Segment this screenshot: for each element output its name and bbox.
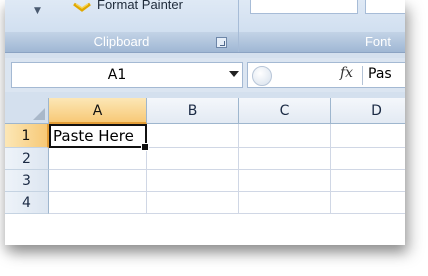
active-cell-a1[interactable]: Paste Here [49, 124, 147, 148]
row-header-4[interactable]: 4 [5, 192, 49, 214]
column-header-b[interactable]: B [147, 98, 239, 124]
cell-b1[interactable] [147, 124, 239, 148]
clipboard-group-text: Clipboard [93, 34, 150, 49]
cell-c4[interactable] [239, 192, 331, 214]
formula-input[interactable]: Pas [368, 66, 392, 82]
cell-c3[interactable] [239, 170, 331, 192]
column-header-d[interactable]: D [331, 98, 405, 124]
dialog-launcher-icon[interactable] [216, 37, 227, 48]
chevron-down-icon[interactable]: ▼ [34, 6, 41, 16]
clipboard-group-label: Clipboard [5, 32, 238, 52]
fill-handle[interactable] [141, 143, 149, 151]
row-header-3[interactable]: 3 [5, 170, 49, 192]
formula-separator [362, 66, 363, 85]
cell-a2[interactable] [49, 148, 147, 170]
cell-d1[interactable] [331, 124, 405, 148]
cell-d4[interactable] [331, 192, 405, 214]
name-box-dropdown-icon[interactable] [229, 71, 239, 77]
ribbon-commands: ▼ Format Painter [5, 0, 405, 52]
cell-b3[interactable] [147, 170, 239, 192]
insert-function-icon[interactable]: fx [340, 65, 353, 81]
font-size-box[interactable] [365, 0, 405, 14]
column-header-a[interactable]: A [49, 98, 147, 124]
cell-d3[interactable] [331, 170, 405, 192]
excel-window: ▼ Format Painter Clipboard Font A1 fx Pa… [5, 0, 405, 245]
name-box[interactable]: A1 [11, 62, 243, 88]
column-header-c[interactable]: C [239, 98, 331, 124]
cell-a3[interactable] [49, 170, 147, 192]
cell-b2[interactable] [147, 148, 239, 170]
format-painter-icon[interactable] [73, 2, 91, 14]
font-group-text: Font [364, 34, 391, 49]
cell-b4[interactable] [147, 192, 239, 214]
cell-a4[interactable] [49, 192, 147, 214]
font-group-label: Font [239, 32, 405, 52]
row-header-2[interactable]: 2 [5, 148, 49, 170]
expand-circle-icon[interactable] [252, 66, 272, 86]
worksheet-grid: A B C D 1 2 3 4 Paste Here [5, 98, 405, 245]
select-all-corner[interactable] [5, 98, 49, 124]
ribbon: ▼ Format Painter Clipboard Font [5, 0, 405, 53]
row-header-1[interactable]: 1 [5, 124, 49, 148]
select-all-icon [33, 108, 45, 120]
formula-bar: A1 fx Pas [5, 58, 405, 92]
formula-input-area: fx Pas [247, 62, 405, 88]
font-name-box[interactable] [250, 0, 358, 14]
format-painter-button[interactable]: Format Painter [97, 0, 183, 12]
cell-d2[interactable] [331, 148, 405, 170]
cell-a1-value: Paste Here [53, 127, 134, 145]
cell-c1[interactable] [239, 124, 331, 148]
cell-c2[interactable] [239, 148, 331, 170]
name-box-value: A1 [107, 67, 127, 83]
